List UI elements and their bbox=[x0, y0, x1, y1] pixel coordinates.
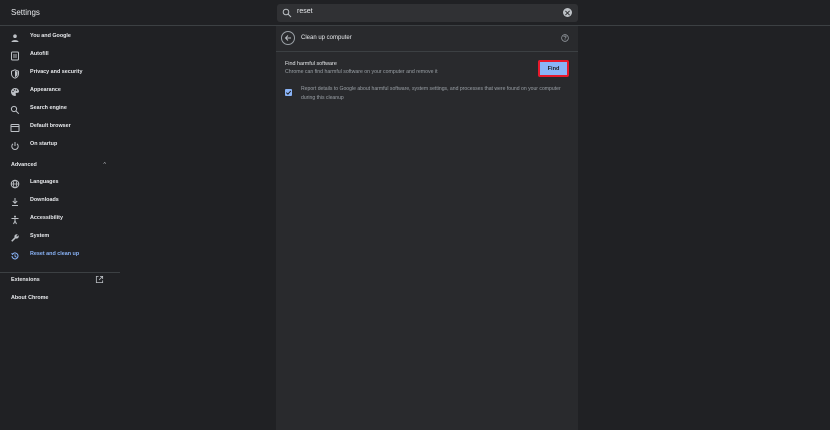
sidebar-item-privacy[interactable]: Privacy and security bbox=[0, 66, 120, 82]
sidebar-item-label: Extensions bbox=[11, 277, 40, 283]
sidebar-item-label: Default browser bbox=[30, 123, 71, 129]
sidebar-item-about-chrome[interactable]: About Chrome bbox=[11, 295, 106, 307]
checkmark-icon bbox=[285, 90, 292, 95]
header-divider bbox=[276, 51, 578, 52]
sidebar-item-languages[interactable]: Languages bbox=[0, 176, 120, 192]
chevron-up-icon: ^ bbox=[103, 162, 106, 168]
top-bar: Settings reset bbox=[0, 0, 830, 26]
sidebar-item-system[interactable]: System bbox=[0, 230, 120, 246]
sidebar-item-label: Search engine bbox=[30, 105, 67, 111]
sidebar-item-label: Privacy and security bbox=[30, 69, 83, 75]
sidebar-item-accessibility[interactable]: Accessibility bbox=[0, 212, 120, 228]
sidebar-divider bbox=[0, 272, 120, 273]
sidebar-item-label: Accessibility bbox=[30, 215, 63, 221]
sidebar-item-label: Downloads bbox=[30, 197, 59, 203]
sidebar-item-label: You and Google bbox=[30, 33, 71, 39]
sidebar-item-label: Languages bbox=[30, 179, 59, 185]
find-harmful-software-title: Find harmful software bbox=[285, 61, 337, 67]
advanced-section-toggle[interactable]: Advanced ^ bbox=[11, 162, 106, 174]
sidebar-item-label: System bbox=[30, 233, 50, 239]
autofill-icon bbox=[11, 51, 19, 61]
browser-icon bbox=[10, 124, 20, 132]
globe-icon bbox=[10, 179, 20, 189]
sidebar-item-search-engine[interactable]: Search engine bbox=[0, 102, 120, 118]
sidebar-item-label: Autofill bbox=[30, 51, 49, 57]
sidebar-item-extensions[interactable]: Extensions bbox=[11, 275, 106, 289]
sidebar-item-label: Reset and clean up bbox=[30, 251, 80, 257]
sidebar-item-label: On startup bbox=[30, 141, 58, 147]
download-icon bbox=[12, 198, 18, 206]
sidebar-item-label: About Chrome bbox=[11, 295, 49, 301]
app-title: Settings bbox=[11, 8, 40, 17]
sidebar-item-reset-and-clean-up[interactable]: Reset and clean up bbox=[0, 248, 120, 264]
sidebar: You and Google Autofill Privacy and secu… bbox=[0, 26, 120, 430]
search-icon bbox=[10, 105, 20, 115]
search-input[interactable]: reset bbox=[277, 4, 578, 22]
open-in-new-icon bbox=[95, 275, 104, 284]
accessibility-icon bbox=[11, 215, 19, 225]
sidebar-item-appearance[interactable]: Appearance bbox=[0, 84, 120, 100]
palette-icon bbox=[11, 88, 19, 96]
search-icon bbox=[282, 8, 292, 18]
person-icon bbox=[11, 34, 19, 42]
sidebar-item-downloads[interactable]: Downloads bbox=[0, 194, 120, 210]
report-details-checkbox[interactable] bbox=[285, 89, 292, 96]
sidebar-item-on-startup[interactable]: On startup bbox=[0, 138, 120, 154]
page-title: Clean up computer bbox=[301, 35, 352, 41]
clear-search-icon[interactable] bbox=[563, 8, 572, 17]
find-button[interactable]: Find bbox=[538, 60, 569, 77]
arrow-back-icon bbox=[284, 35, 291, 41]
back-button[interactable] bbox=[281, 31, 295, 45]
find-harmful-software-description: Chrome can find harmful software on your… bbox=[285, 69, 438, 75]
sidebar-item-you-and-google[interactable]: You and Google bbox=[0, 30, 120, 46]
report-details-label: Report details to Google about harmful s… bbox=[301, 86, 561, 101]
sidebar-item-label: Appearance bbox=[30, 87, 61, 93]
clean-up-card: Clean up computer Find harmful software … bbox=[276, 26, 578, 430]
sidebar-item-default-browser[interactable]: Default browser bbox=[0, 120, 120, 136]
restore-icon bbox=[11, 252, 19, 260]
sidebar-item-autofill[interactable]: Autofill bbox=[0, 48, 120, 64]
advanced-label: Advanced bbox=[11, 162, 37, 168]
search-value: reset bbox=[297, 8, 313, 15]
wrench-icon bbox=[11, 234, 19, 242]
power-icon bbox=[11, 142, 19, 150]
help-icon[interactable] bbox=[561, 34, 569, 42]
shield-icon bbox=[11, 69, 19, 79]
